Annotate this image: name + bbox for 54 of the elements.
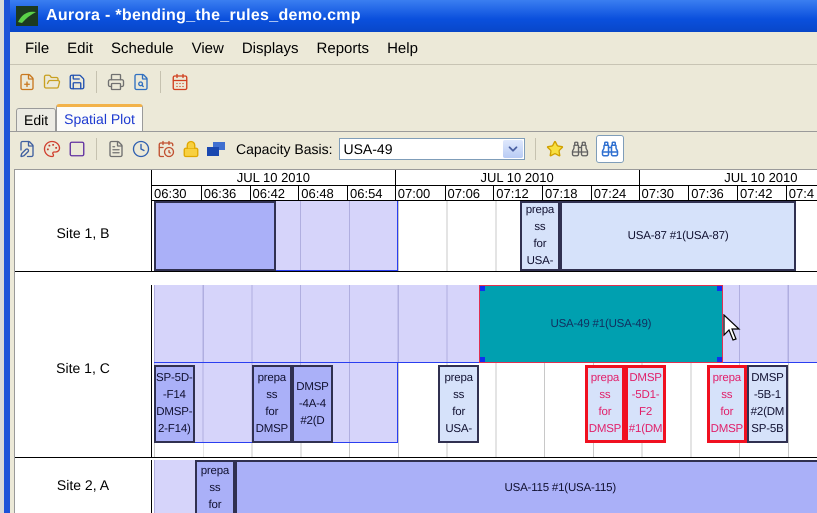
pass-block[interactable]: prepa ss for DMSP <box>252 365 292 443</box>
document-icon[interactable] <box>107 140 125 158</box>
new-file-icon[interactable] <box>18 73 36 91</box>
palette-icon[interactable] <box>43 140 61 158</box>
menu-item[interactable]: Help <box>378 40 427 56</box>
menu-item[interactable]: Displays <box>232 40 308 56</box>
time-label: 07:06 <box>444 186 494 200</box>
mouse-cursor-icon <box>722 314 743 342</box>
pass-block[interactable]: DMSP -5B-1 #2(DM SP-5B <box>747 365 788 443</box>
capacity-basis-label: Capacity Basis: <box>236 141 332 157</box>
time-label: 07:00 <box>396 186 432 200</box>
pass-block[interactable]: prepa ss for USA- <box>438 365 479 443</box>
framed-box-icon[interactable] <box>68 140 86 158</box>
date-label: JUL 10 2010 <box>723 170 798 185</box>
pass-block[interactable]: DMSP -4A-4 #2(D <box>292 365 333 443</box>
menu-item[interactable]: Reports <box>308 40 378 56</box>
pass-block[interactable]: prepa ss for DMSP <box>706 365 748 443</box>
menu-item[interactable]: View <box>182 40 233 56</box>
capacity-basis-dropdown[interactable]: USA-49 <box>339 138 526 160</box>
print-icon[interactable] <box>107 73 125 91</box>
star-icon[interactable] <box>546 140 564 158</box>
tab[interactable]: Spatial Plot <box>56 104 143 131</box>
pass-block[interactable]: prepa ss for DMSP <box>584 365 626 443</box>
windows-icon[interactable] <box>207 142 225 156</box>
window-title: Aurora - *bending_the_rules_demo.cmp <box>46 7 361 25</box>
pass-block[interactable]: USA-115 #1(USA-115) <box>235 460 817 513</box>
site-label: Site 1, B <box>56 224 110 243</box>
pass-block[interactable]: USA-87 #1(USA-87) <box>560 201 796 271</box>
menu-item[interactable]: Schedule <box>102 40 183 56</box>
menu-item[interactable]: Edit <box>58 40 102 56</box>
binoculars-toggle-button[interactable] <box>596 135 624 163</box>
pass-block[interactable]: prepa ss for USA- <box>520 201 560 271</box>
date-label: JUL 10 2010 <box>480 170 555 185</box>
site-label: Site 2, A <box>56 476 110 495</box>
calendar-clock-icon[interactable] <box>157 140 175 158</box>
capacity-block[interactable] <box>154 201 276 271</box>
clock-icon[interactable] <box>132 140 150 158</box>
calendar-icon[interactable] <box>171 73 189 91</box>
app-logo-icon <box>16 6 38 26</box>
date-label: JUL 10 2010 <box>236 170 311 185</box>
tab[interactable]: Edit <box>16 108 56 131</box>
binoculars-icon <box>601 140 620 158</box>
time-label: 06:30 <box>153 186 188 200</box>
site-label: Site 1, C <box>55 359 111 378</box>
selected-pass-block[interactable]: USA-49 #1(USA-49) <box>479 285 723 363</box>
edit-icon[interactable] <box>18 140 36 158</box>
menu-item[interactable]: File <box>16 40 58 56</box>
time-label: 07:30 <box>640 186 676 200</box>
binoculars-icon[interactable] <box>571 140 590 158</box>
pass-block[interactable]: SP-5D- -F14 DMSP- 2-F14) <box>154 365 195 443</box>
preview-icon[interactable] <box>132 73 150 91</box>
pass-block[interactable]: prepa ss for <box>194 460 236 513</box>
save-icon[interactable] <box>68 73 86 91</box>
pass-block[interactable]: DMSP -5D1- F2 #1(DM <box>625 365 666 443</box>
